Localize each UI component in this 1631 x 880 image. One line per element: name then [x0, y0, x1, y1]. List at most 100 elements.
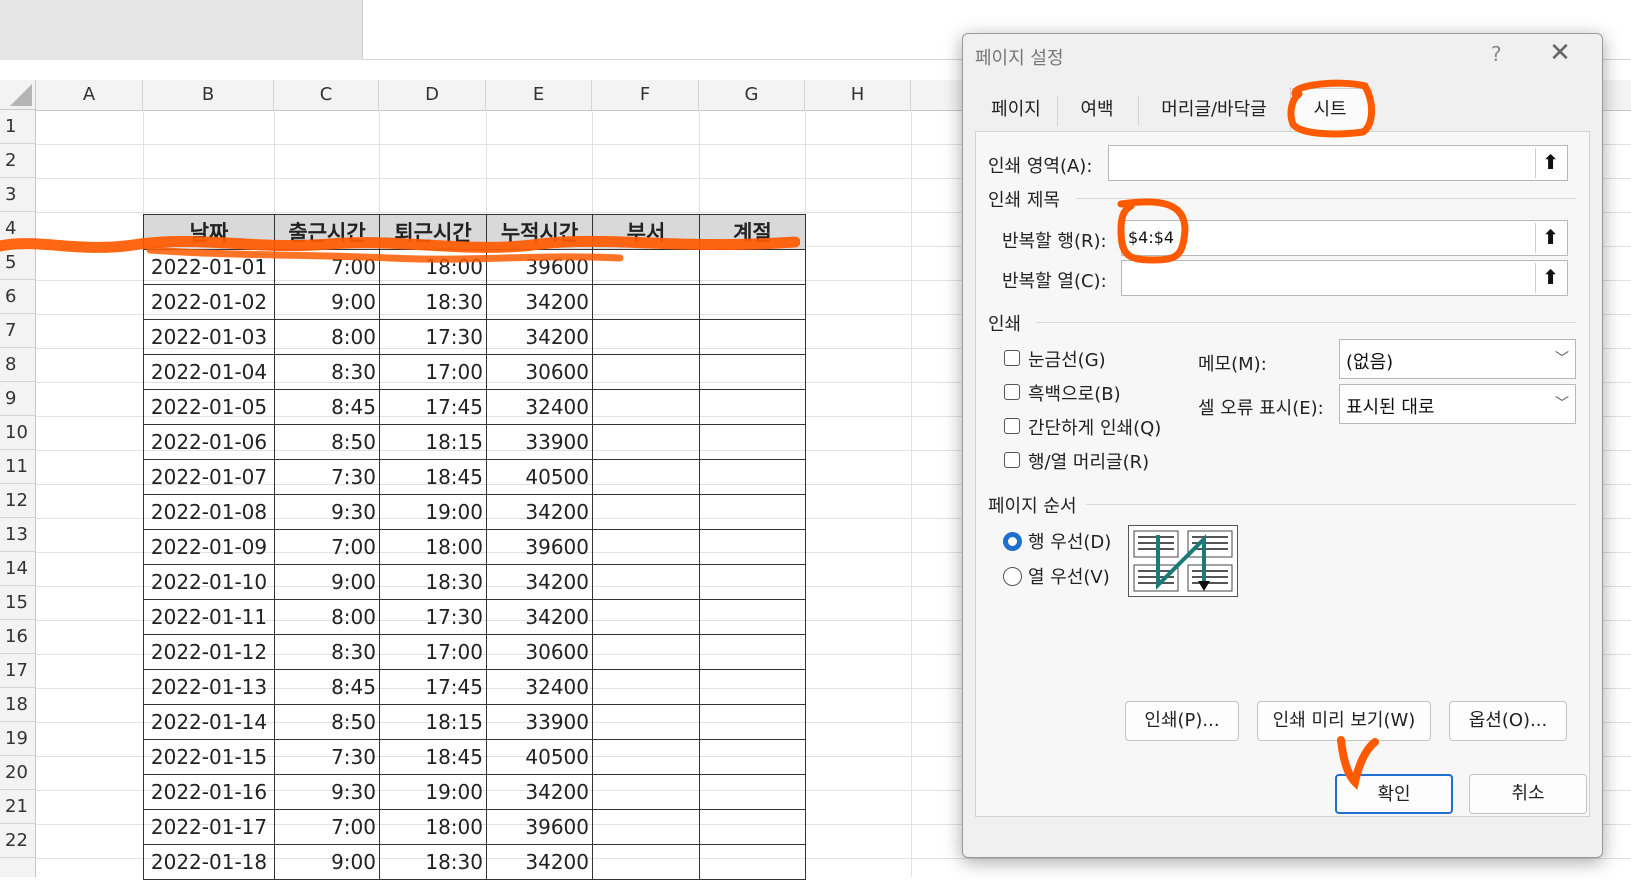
cell-date[interactable]: 2022-01-13 — [143, 669, 275, 705]
cell-date[interactable]: 2022-01-11 — [143, 599, 275, 635]
cell-season[interactable] — [699, 424, 806, 460]
header-total-time[interactable]: 누적시간 — [486, 214, 593, 250]
cell-department[interactable] — [592, 354, 700, 390]
cell-date[interactable]: 2022-01-01 — [143, 249, 275, 285]
cell-total-time[interactable]: 32400 — [486, 389, 593, 425]
tab-margins[interactable]: 여백 — [1059, 90, 1135, 130]
tab-header-footer[interactable]: 머리글/바닥글 — [1141, 90, 1287, 130]
cell-department[interactable] — [592, 459, 700, 495]
header-clock-in[interactable]: 출근시간 — [274, 214, 380, 250]
cell-season[interactable] — [699, 669, 806, 705]
cell-season[interactable] — [699, 844, 806, 880]
cell-clock-out[interactable]: 17:00 — [379, 354, 487, 390]
column-header-f[interactable]: F — [592, 80, 699, 110]
cell-clock-in[interactable]: 7:00 — [274, 529, 380, 565]
cell-department[interactable] — [592, 704, 700, 740]
row-col-headings-checkbox[interactable] — [1004, 452, 1020, 468]
collapse-dialog-icon[interactable]: ⬆ — [1535, 148, 1565, 178]
row-header[interactable]: 19 — [0, 722, 35, 756]
cell-season[interactable] — [699, 389, 806, 425]
cell-clock-in[interactable]: 8:00 — [274, 599, 380, 635]
cell-total-time[interactable]: 34200 — [486, 774, 593, 810]
cell-date[interactable]: 2022-01-14 — [143, 704, 275, 740]
name-box-area[interactable] — [0, 0, 363, 60]
cell-department[interactable] — [592, 529, 700, 565]
cell-total-time[interactable]: 34200 — [486, 844, 593, 880]
cell-clock-in[interactable]: 8:00 — [274, 319, 380, 355]
cell-date[interactable]: 2022-01-10 — [143, 564, 275, 600]
cell-department[interactable] — [592, 424, 700, 460]
cell-clock-out[interactable]: 17:30 — [379, 319, 487, 355]
cell-total-time[interactable]: 33900 — [486, 704, 593, 740]
row-header[interactable]: 10 — [0, 416, 35, 450]
cell-clock-out[interactable]: 18:45 — [379, 459, 487, 495]
collapse-dialog-icon[interactable]: ⬆ — [1535, 263, 1565, 293]
cell-date[interactable]: 2022-01-17 — [143, 809, 275, 845]
column-header-b[interactable]: B — [143, 80, 274, 110]
cell-department[interactable] — [592, 809, 700, 845]
print-button[interactable]: 인쇄(P)... — [1125, 701, 1239, 741]
row-header[interactable]: 1 — [0, 110, 35, 144]
cell-clock-out[interactable]: 18:15 — [379, 424, 487, 460]
row-header[interactable]: 12 — [0, 484, 35, 518]
cell-clock-out[interactable]: 17:45 — [379, 669, 487, 705]
cell-clock-in[interactable]: 9:00 — [274, 284, 380, 320]
cell-date[interactable]: 2022-01-09 — [143, 529, 275, 565]
cell-season[interactable] — [699, 494, 806, 530]
cell-clock-in[interactable]: 8:45 — [274, 669, 380, 705]
cell-total-time[interactable]: 39600 — [486, 529, 593, 565]
close-icon[interactable]: ✕ — [1545, 38, 1575, 68]
cell-department[interactable] — [592, 669, 700, 705]
cell-clock-out[interactable]: 17:45 — [379, 389, 487, 425]
cancel-button[interactable]: 취소 — [1469, 774, 1587, 814]
cell-total-time[interactable]: 34200 — [486, 319, 593, 355]
column-header-g[interactable]: G — [699, 80, 805, 110]
black-white-checkbox[interactable] — [1004, 384, 1020, 400]
row-header[interactable]: 13 — [0, 518, 35, 552]
row-header[interactable]: 15 — [0, 586, 35, 620]
cell-clock-out[interactable]: 19:00 — [379, 494, 487, 530]
cell-clock-in[interactable]: 7:30 — [274, 739, 380, 775]
cell-clock-out[interactable]: 18:45 — [379, 739, 487, 775]
cell-clock-out[interactable]: 17:30 — [379, 599, 487, 635]
cell-date[interactable]: 2022-01-02 — [143, 284, 275, 320]
cell-clock-out[interactable]: 18:30 — [379, 564, 487, 600]
cell-department[interactable] — [592, 284, 700, 320]
row-header[interactable]: 2 — [0, 144, 35, 178]
cell-clock-in[interactable]: 8:45 — [274, 389, 380, 425]
down-then-over-radio[interactable] — [1003, 532, 1022, 551]
row-header[interactable]: 14 — [0, 552, 35, 586]
cell-season[interactable] — [699, 704, 806, 740]
collapse-dialog-icon[interactable]: ⬆ — [1535, 223, 1565, 253]
cell-department[interactable] — [592, 599, 700, 635]
gridlines-checkbox[interactable] — [1004, 350, 1020, 366]
cell-total-time[interactable]: 34200 — [486, 599, 593, 635]
row-header[interactable]: 22 — [0, 824, 35, 858]
print-preview-button[interactable]: 인쇄 미리 보기(W) — [1257, 701, 1431, 741]
cell-clock-in[interactable]: 7:00 — [274, 249, 380, 285]
cell-department[interactable] — [592, 389, 700, 425]
ok-button[interactable]: 확인 — [1335, 774, 1453, 814]
cell-department[interactable] — [592, 564, 700, 600]
cell-total-time[interactable]: 33900 — [486, 424, 593, 460]
row-header[interactable]: 20 — [0, 756, 35, 790]
cell-clock-in[interactable]: 7:30 — [274, 459, 380, 495]
cell-total-time[interactable]: 40500 — [486, 739, 593, 775]
row-header[interactable]: 3 — [0, 178, 35, 212]
cell-date[interactable]: 2022-01-06 — [143, 424, 275, 460]
header-season[interactable]: 계절 — [699, 214, 806, 250]
row-header[interactable]: 7 — [0, 314, 35, 348]
cell-date[interactable]: 2022-01-12 — [143, 634, 275, 670]
cell-total-time[interactable]: 30600 — [486, 634, 593, 670]
cell-total-time[interactable]: 39600 — [486, 249, 593, 285]
repeat-cols-field[interactable]: ⬆ — [1121, 260, 1568, 296]
cell-season[interactable] — [699, 739, 806, 775]
cell-clock-out[interactable]: 18:30 — [379, 284, 487, 320]
cell-clock-out[interactable]: 18:15 — [379, 704, 487, 740]
row-header[interactable]: 16 — [0, 620, 35, 654]
select-all-corner[interactable] — [0, 80, 36, 110]
cell-season[interactable] — [699, 284, 806, 320]
cell-date[interactable]: 2022-01-08 — [143, 494, 275, 530]
column-header-a[interactable]: A — [36, 80, 143, 110]
header-department[interactable]: 부서 — [592, 214, 700, 250]
